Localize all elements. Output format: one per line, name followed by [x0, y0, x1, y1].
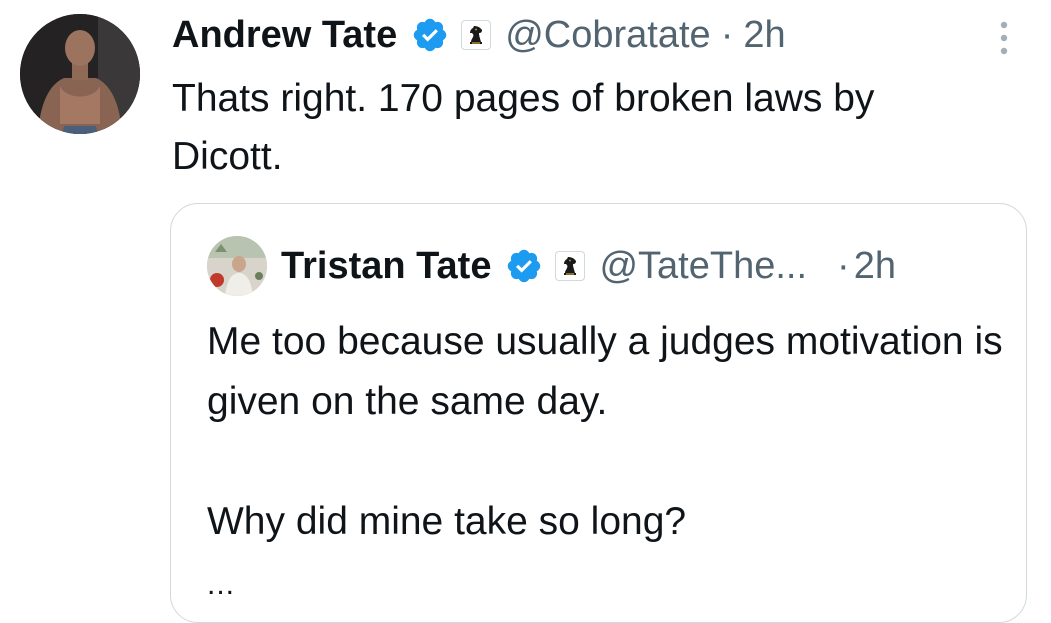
tweet-timestamp[interactable]: 2h [743, 14, 785, 57]
chess-knight-icon[interactable] [461, 20, 492, 50]
author-avatar[interactable] [20, 14, 140, 134]
quoted-tweet-header: Tristan Tate @TateThe... · 2h [281, 240, 896, 292]
verified-badge-icon[interactable] [411, 16, 449, 54]
quoted-tweet-text: Me too because usually a judges motivati… [207, 312, 1007, 552]
quoted-verified-badge-icon[interactable] [505, 247, 543, 285]
quoted-chess-knight-icon[interactable] [555, 251, 586, 281]
truncation-ellipsis: ... [207, 568, 236, 601]
quoted-author-handle[interactable]: @TateThe... [599, 245, 807, 288]
quoted-paragraph: Me too because usually a judges motivati… [207, 320, 1003, 423]
quoted-header-separator: · [837, 244, 850, 287]
tweet-header: Andrew Tate @Cobratate · 2h [172, 10, 786, 60]
quoted-tweet-timestamp[interactable]: 2h [854, 245, 896, 288]
more-options-icon[interactable] [992, 18, 1016, 58]
quoted-author-name[interactable]: Tristan Tate [281, 245, 491, 288]
author-avatar-image [20, 14, 140, 134]
header-separator: · [720, 13, 734, 56]
author-name[interactable]: Andrew Tate [172, 14, 397, 57]
tweet-text: Thats right. 170 pages of broken laws by… [172, 77, 875, 178]
quoted-author-avatar-image [207, 236, 267, 296]
quoted-author-avatar[interactable] [207, 236, 267, 296]
quoted-paragraph: Why did mine take so long? [207, 500, 687, 543]
author-handle[interactable]: @Cobratate [505, 14, 710, 57]
quoted-tweet-card[interactable]: Tristan Tate @TateThe... · 2h Me too bec… [170, 203, 1027, 623]
